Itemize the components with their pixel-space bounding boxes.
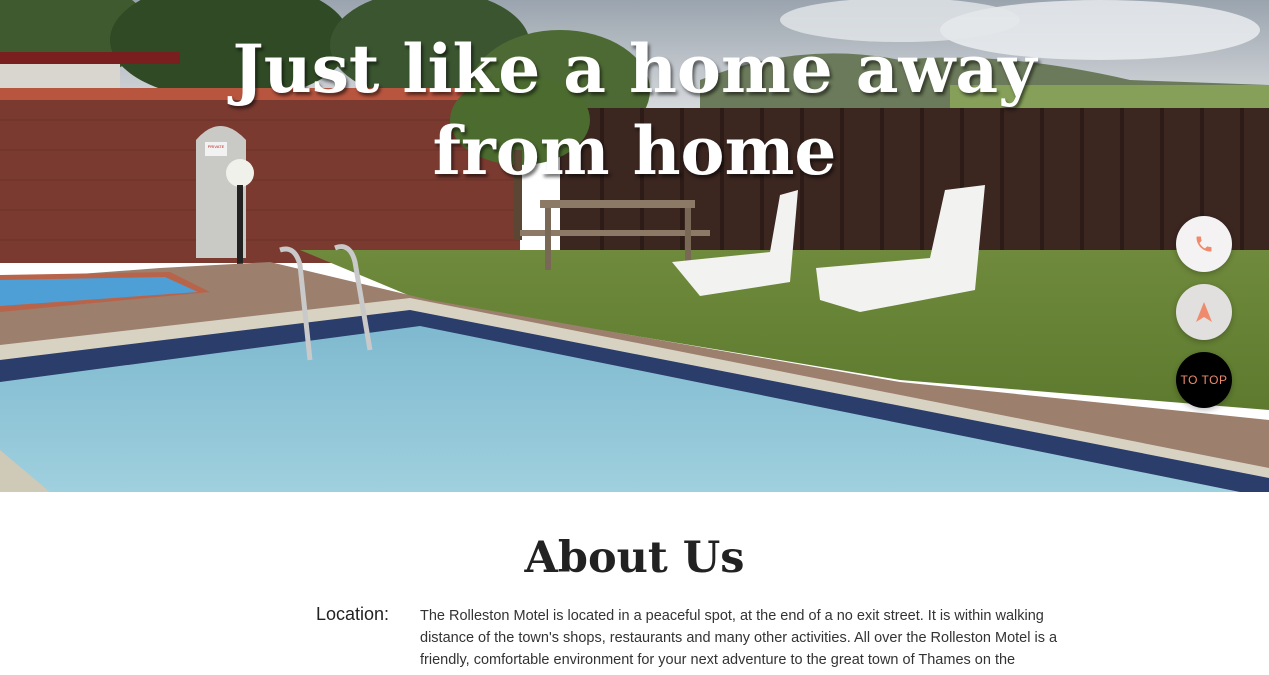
hero-title-line-1: Just like a home away <box>232 30 1037 108</box>
location-label: Location: <box>316 604 390 624</box>
phone-icon <box>1196 236 1212 252</box>
location-text: The Rolleston Motel is located in a peac… <box>420 608 1058 668</box>
hero-title-line-2: from home <box>432 112 837 190</box>
call-button[interactable] <box>1176 216 1232 272</box>
directions-button[interactable] <box>1176 284 1232 340</box>
to-top-label: TO TOP <box>1180 373 1228 387</box>
hero-banner: PRIVATE Just like a home away from home <box>0 0 1269 492</box>
about-heading: About Us <box>524 533 745 583</box>
navigation-arrow-icon <box>1196 302 1212 322</box>
hero-title: Just like a home away from home <box>0 28 1269 192</box>
to-top-button[interactable]: TO TOP <box>1176 352 1232 408</box>
about-section: About Us Location: The Rolleston Motel i… <box>0 492 1269 675</box>
